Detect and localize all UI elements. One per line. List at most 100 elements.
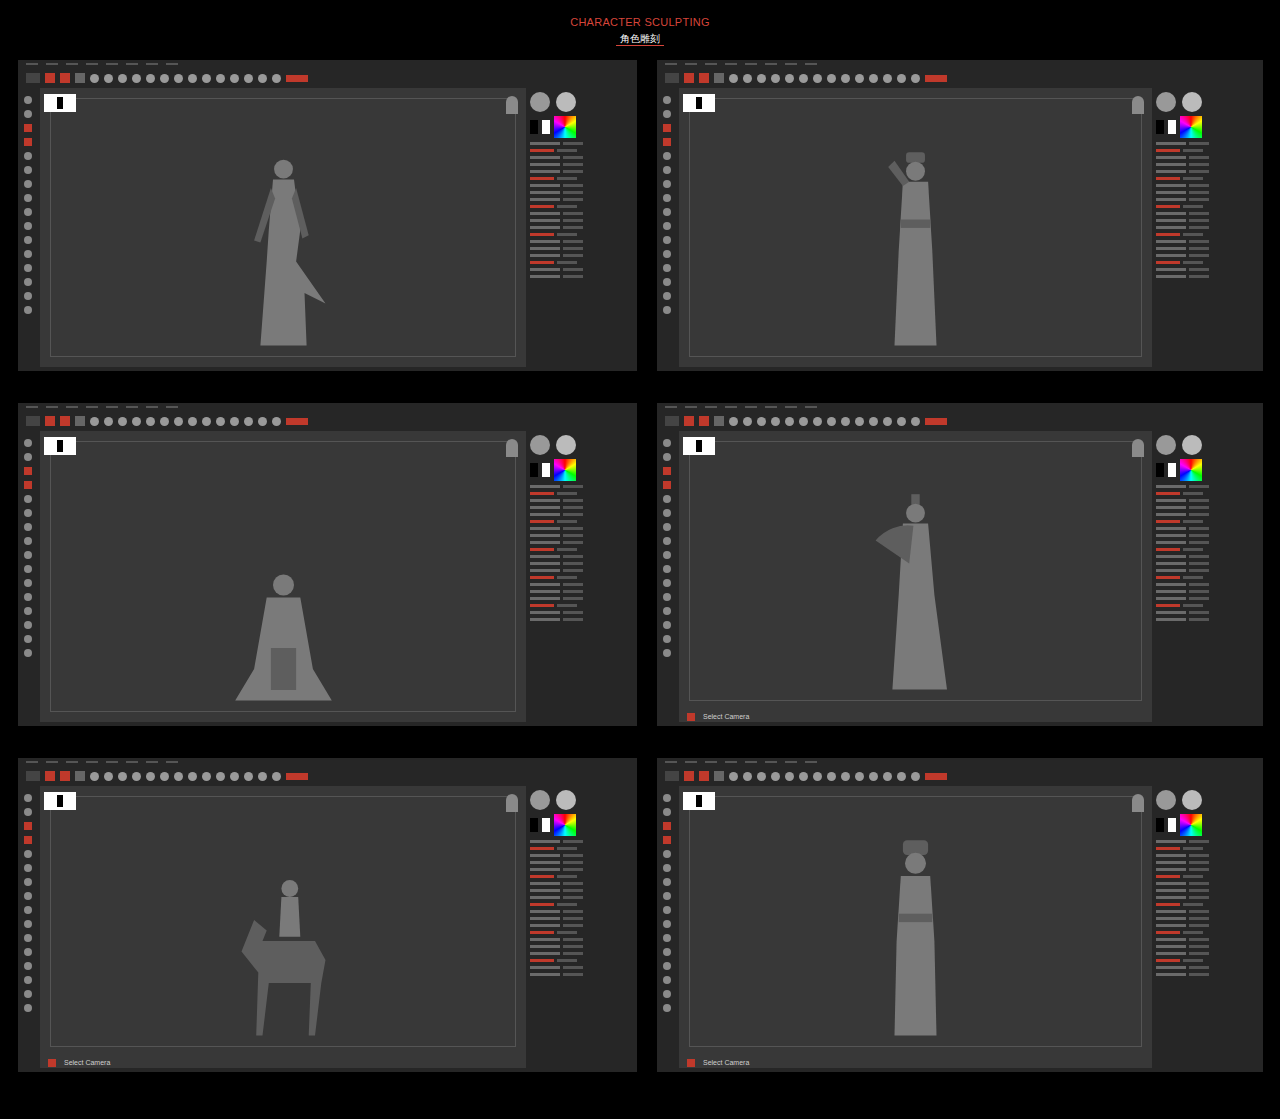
shelf-icon[interactable] [24, 990, 32, 998]
tool-icon[interactable] [813, 74, 822, 83]
canvas[interactable] [679, 88, 1152, 367]
tool-icon[interactable] [146, 74, 155, 83]
shelf-icon[interactable] [663, 551, 671, 559]
tool-icon[interactable] [813, 417, 822, 426]
canvas[interactable] [40, 88, 526, 367]
shelf-icon[interactable] [24, 649, 32, 657]
shelf-icon[interactable] [24, 948, 32, 956]
tool-icon[interactable] [827, 772, 836, 781]
shelf-icon[interactable] [663, 579, 671, 587]
tool-icon[interactable] [897, 417, 906, 426]
shelf-icon[interactable] [663, 621, 671, 629]
shelf-icon[interactable] [24, 292, 32, 300]
tool-icon[interactable] [104, 74, 113, 83]
tool-icon[interactable] [118, 417, 127, 426]
tool-icon[interactable] [216, 772, 225, 781]
head-gizmo-icon[interactable] [1132, 439, 1144, 457]
tool-icon[interactable] [729, 417, 738, 426]
tool-icon[interactable] [174, 74, 183, 83]
tool-icon[interactable] [799, 417, 808, 426]
tool-icon[interactable] [869, 417, 878, 426]
tool-icon[interactable] [272, 74, 281, 83]
shelf-icon[interactable] [663, 794, 671, 802]
color-picker[interactable] [554, 814, 576, 836]
shelf-icon[interactable] [24, 934, 32, 942]
shelf-icon[interactable] [663, 822, 671, 830]
shelf-icon[interactable] [24, 110, 32, 118]
shelf-icon[interactable] [663, 138, 671, 146]
shelf-icon[interactable] [663, 593, 671, 601]
shelf-icon[interactable] [663, 948, 671, 956]
shelf-icon[interactable] [24, 1004, 32, 1012]
tool-icon[interactable] [202, 74, 211, 83]
tool-icon[interactable] [230, 417, 239, 426]
shelf-icon[interactable] [24, 579, 32, 587]
canvas[interactable] [40, 431, 526, 722]
shelf-icon[interactable] [663, 166, 671, 174]
tool-icon[interactable] [104, 772, 113, 781]
tool-icon[interactable] [258, 417, 267, 426]
shelf-icon[interactable] [663, 976, 671, 984]
shelf-icon[interactable] [24, 822, 32, 830]
shelf-icon[interactable] [24, 180, 32, 188]
shelf-icon[interactable] [663, 152, 671, 160]
shelf-icon[interactable] [663, 565, 671, 573]
shelf-icon[interactable] [24, 481, 32, 489]
tool-icon[interactable] [146, 417, 155, 426]
tool-icon[interactable] [230, 74, 239, 83]
shelf-icon[interactable] [663, 250, 671, 258]
shelf-icon[interactable] [663, 194, 671, 202]
shelf-icon[interactable] [24, 621, 32, 629]
tool-icon[interactable] [855, 74, 864, 83]
shelf-icon[interactable] [663, 481, 671, 489]
tool-icon[interactable] [855, 417, 864, 426]
canvas[interactable]: Select Camera [679, 786, 1152, 1068]
tool-icon[interactable] [118, 74, 127, 83]
shelf-icon[interactable] [24, 306, 32, 314]
shelf-icon[interactable] [663, 124, 671, 132]
tool-icon[interactable] [855, 772, 864, 781]
shelf-icon[interactable] [24, 124, 32, 132]
shelf-icon[interactable] [663, 96, 671, 104]
shelf-icon[interactable] [663, 222, 671, 230]
shelf-icon[interactable] [24, 264, 32, 272]
tool-icon[interactable] [160, 417, 169, 426]
tool-icon[interactable] [757, 417, 766, 426]
tool-icon[interactable] [160, 74, 169, 83]
tool-icon[interactable] [841, 772, 850, 781]
shelf-icon[interactable] [663, 962, 671, 970]
tool-icon[interactable] [104, 417, 113, 426]
tool-icon[interactable] [785, 74, 794, 83]
shelf-icon[interactable] [663, 607, 671, 615]
shelf-icon[interactable] [24, 278, 32, 286]
shelf-icon[interactable] [24, 96, 32, 104]
shelf-icon[interactable] [24, 794, 32, 802]
tool-icon[interactable] [785, 417, 794, 426]
shelf-icon[interactable] [24, 892, 32, 900]
shelf-icon[interactable] [663, 808, 671, 816]
tool-icon[interactable] [90, 417, 99, 426]
tool-icon[interactable] [827, 417, 836, 426]
tool-icon[interactable] [869, 772, 878, 781]
shelf-icon[interactable] [24, 138, 32, 146]
tool-icon[interactable] [883, 74, 892, 83]
color-picker[interactable] [554, 116, 576, 138]
shelf-icon[interactable] [663, 180, 671, 188]
shelf-icon[interactable] [663, 906, 671, 914]
tool-icon[interactable] [771, 772, 780, 781]
shelf-icon[interactable] [24, 453, 32, 461]
shelf-icon[interactable] [663, 1004, 671, 1012]
shelf-icon[interactable] [24, 962, 32, 970]
head-gizmo-icon[interactable] [506, 439, 518, 457]
tool-icon[interactable] [160, 772, 169, 781]
head-gizmo-icon[interactable] [1132, 794, 1144, 812]
tool-icon[interactable] [841, 417, 850, 426]
tool-icon[interactable] [897, 74, 906, 83]
tool-icon[interactable] [230, 772, 239, 781]
tool-icon[interactable] [244, 417, 253, 426]
shelf-icon[interactable] [663, 467, 671, 475]
shelf-icon[interactable] [24, 920, 32, 928]
shelf-icon[interactable] [24, 878, 32, 886]
shelf-icon[interactable] [24, 439, 32, 447]
canvas[interactable]: Select Camera [40, 786, 526, 1068]
